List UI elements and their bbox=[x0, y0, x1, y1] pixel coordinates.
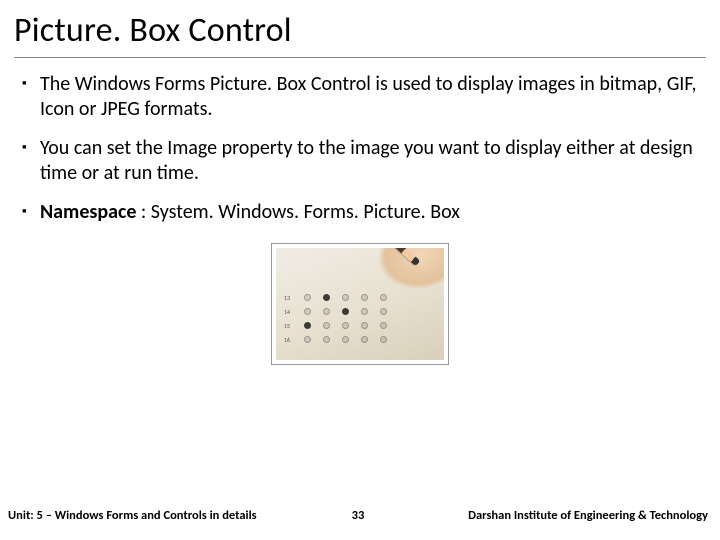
bullet-marker-icon: ▪ bbox=[20, 136, 40, 160]
slide-title: Picture. Box Control bbox=[14, 10, 704, 51]
footer-institute: Darshan Institute of Engineering & Techn… bbox=[384, 508, 708, 523]
slide: Picture. Box Control ▪ The Windows Forms… bbox=[0, 0, 720, 540]
footer-unit: Unit: 5 – Windows Forms and Controls in … bbox=[8, 508, 332, 523]
bullet-item: ▪ You can set the Image property to the … bbox=[20, 136, 700, 186]
bullet-rest: : System. Windows. Forms. Picture. Box bbox=[136, 200, 460, 224]
title-area: Picture. Box Control bbox=[0, 0, 720, 55]
bullet-marker-icon: ▪ bbox=[20, 72, 40, 96]
bullet-item: ▪ The Windows Forms Picture. Box Control… bbox=[20, 72, 700, 122]
content-area: ▪ The Windows Forms Picture. Box Control… bbox=[0, 58, 720, 540]
bullet-text: The Windows Forms Picture. Box Control i… bbox=[40, 72, 700, 122]
footer-page-number: 33 bbox=[332, 508, 385, 523]
picturebox-illustration: 13 14 15 16 bbox=[276, 248, 444, 360]
bullet-text: Namespace : System. Windows. Forms. Pict… bbox=[40, 200, 460, 225]
footer: Unit: 5 – Windows Forms and Controls in … bbox=[0, 506, 720, 540]
bullet-marker-icon: ▪ bbox=[20, 200, 40, 224]
bullet-text: You can set the Image property to the im… bbox=[40, 136, 700, 186]
bullet-bold-prefix: Namespace bbox=[40, 200, 136, 224]
image-frame: 13 14 15 16 bbox=[271, 243, 449, 365]
image-block: 13 14 15 16 bbox=[20, 243, 700, 365]
bullet-item: ▪ Namespace : System. Windows. Forms. Pi… bbox=[20, 200, 700, 225]
